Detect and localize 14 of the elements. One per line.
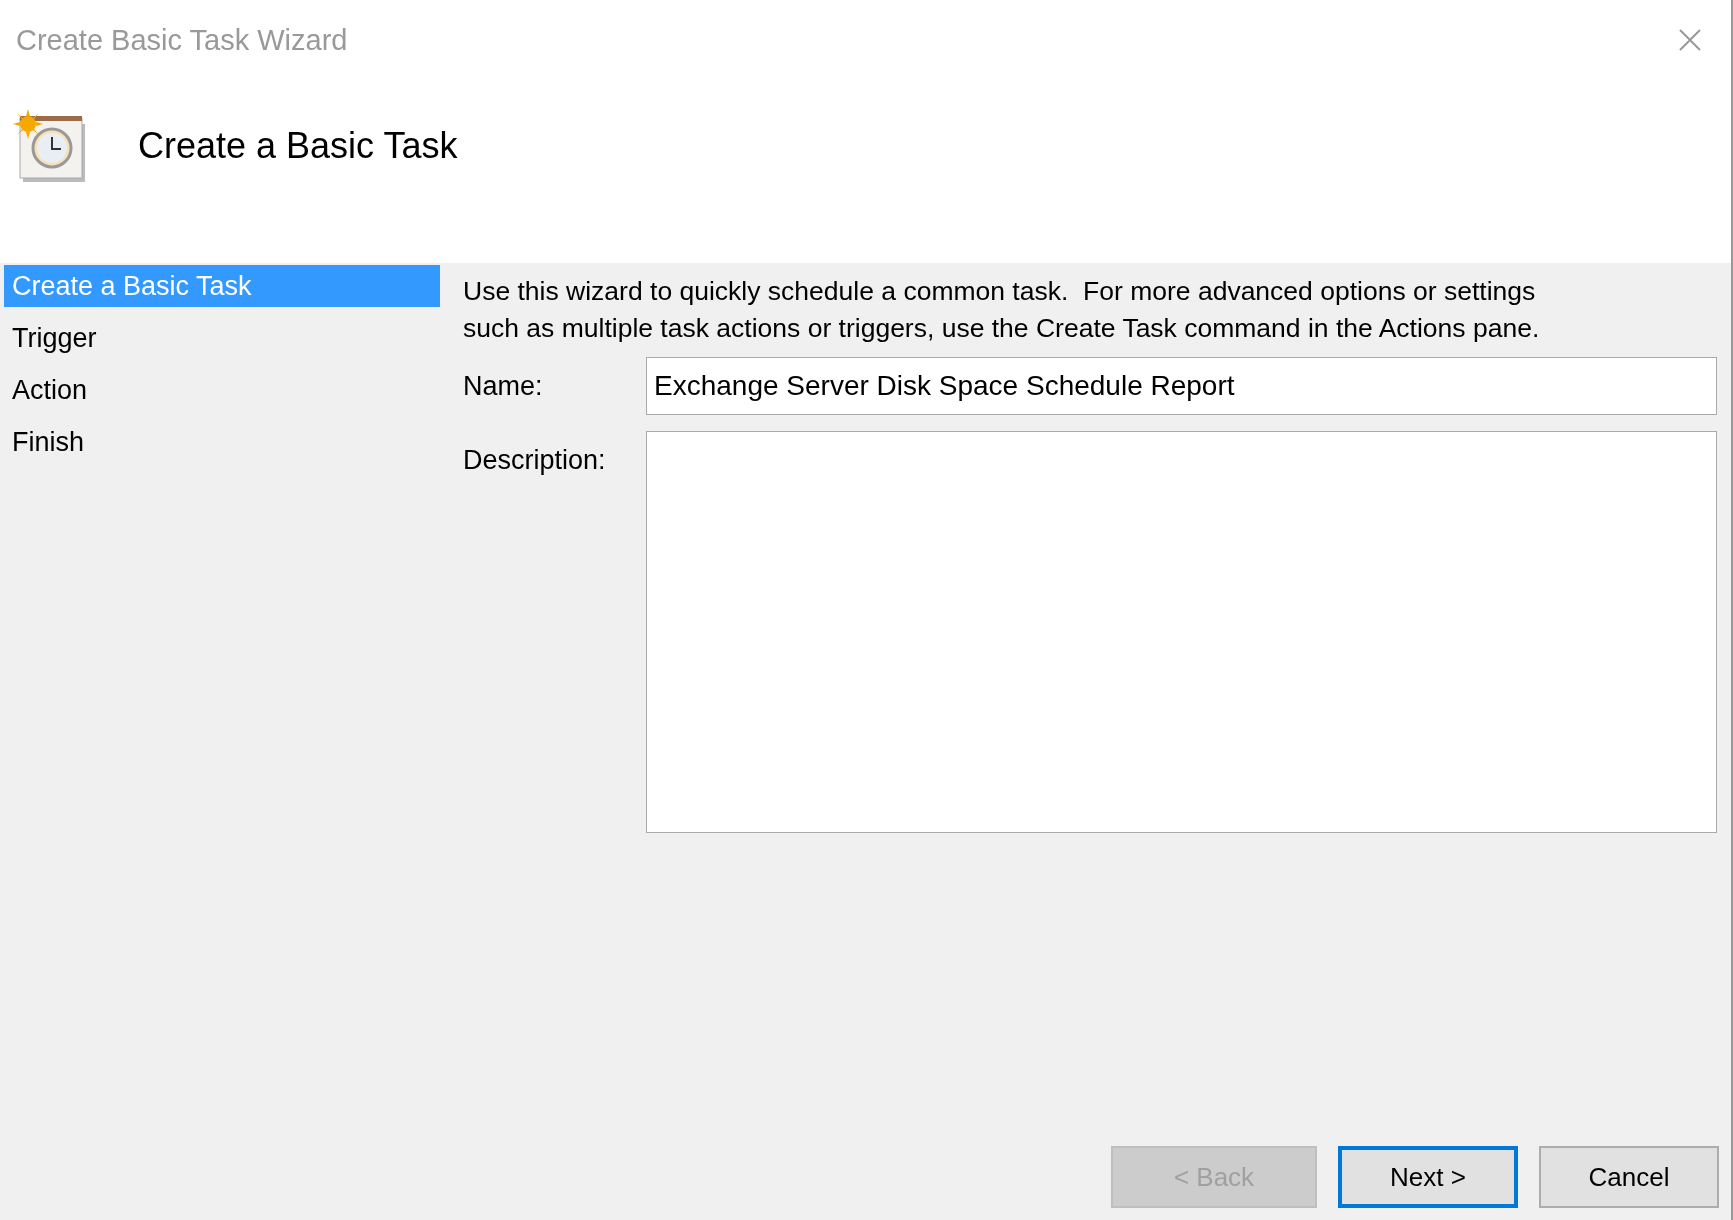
wizard-step: Trigger [4, 317, 440, 359]
dialog-button[interactable]: Cancel [1539, 1146, 1719, 1208]
dialog-button[interactable]: Next > [1338, 1146, 1518, 1208]
wizard-step: Finish [4, 421, 440, 463]
window-title: Create Basic Task Wizard [16, 23, 348, 57]
wizard-step: Create a Basic Task [4, 265, 440, 307]
close-icon[interactable] [1679, 29, 1701, 51]
description-field[interactable] [646, 431, 1717, 833]
name-field[interactable]: Exchange Server Disk Space Schedule Report [646, 357, 1717, 415]
wizard-heading: Create a Basic Task [138, 125, 458, 167]
field-label: Name: [463, 370, 544, 403]
intro-text: Use this wizard to quickly schedule a common task. For more advanced options or settings such as multiple task actions or triggers, use the Create Task command in the Actions pane. [463, 275, 1541, 345]
field-label: Description: [463, 444, 607, 477]
wizard-step: Action [4, 369, 440, 411]
